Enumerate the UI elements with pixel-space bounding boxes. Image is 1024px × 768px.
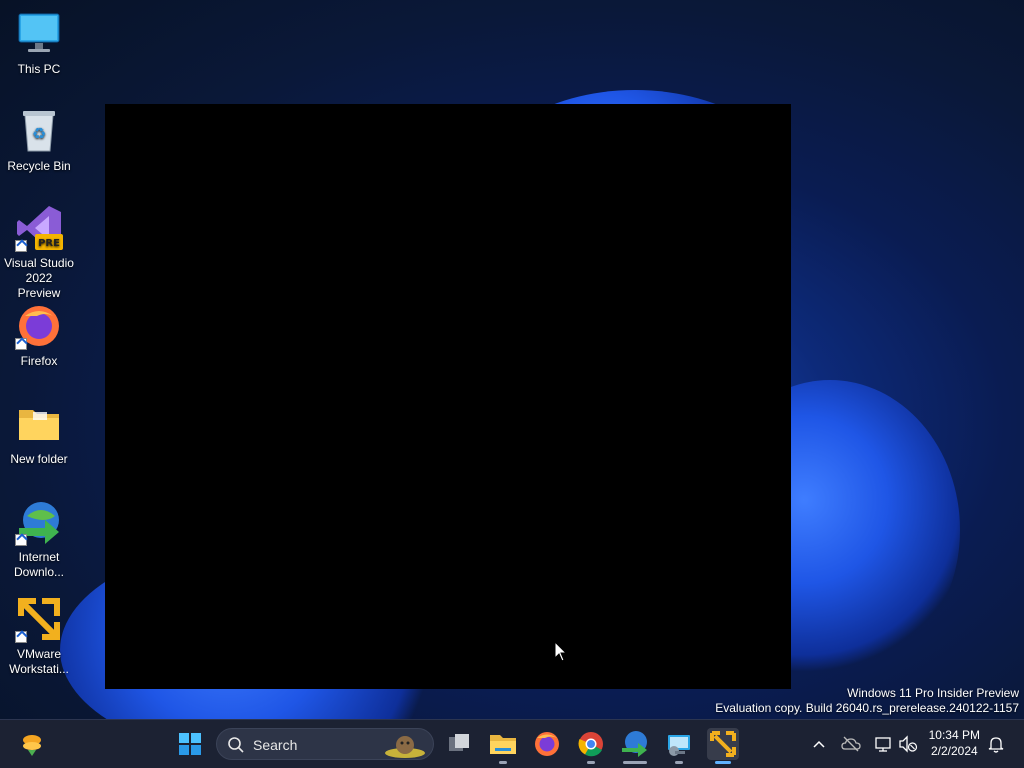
folder-icon — [15, 400, 63, 448]
desktop-icon-label: Workstati... — [9, 662, 69, 676]
onedrive-offline-icon[interactable] — [841, 734, 861, 754]
shortcut-arrow-icon — [15, 240, 27, 252]
shortcut-arrow-icon — [15, 631, 27, 643]
vmware-workstation-icon — [15, 595, 63, 643]
widgets-button[interactable] — [16, 728, 48, 760]
desktop-icon-label: Visual Studio — [4, 256, 74, 270]
vmware-workstation-icon — [710, 731, 736, 757]
task-view-button[interactable] — [443, 728, 475, 760]
network-icon[interactable] — [873, 734, 893, 754]
start-button[interactable] — [174, 728, 206, 760]
visual-studio-icon: PRE — [15, 204, 63, 252]
evaluation-watermark: Windows 11 Pro Insider Preview Evaluatio… — [715, 686, 1019, 716]
internet-download-manager-icon — [622, 731, 647, 757]
vmware-taskbar-button[interactable] — [707, 728, 739, 764]
desktop-icon-new-folder[interactable]: New folder — [4, 400, 74, 467]
file-explorer-button[interactable] — [487, 728, 519, 764]
desktop-icon-recycle-bin[interactable]: ♻ Recycle Bin — [4, 107, 74, 174]
desktop-icon-label: 2022 Preview — [17, 271, 61, 300]
svg-text:♻: ♻ — [32, 124, 46, 143]
desktop-icon-label: New folder — [10, 452, 68, 466]
svg-text:PRE: PRE — [38, 238, 60, 249]
shortcut-arrow-icon — [15, 338, 27, 350]
remote-desktop-icon — [668, 735, 690, 756]
file-explorer-icon — [490, 735, 516, 754]
desktop-icon-label: Recycle Bin — [7, 159, 71, 173]
running-indicator — [623, 761, 647, 764]
watermark-line-2: Evaluation copy. Build 26040.rs_prerelea… — [715, 701, 1019, 715]
running-indicator-active — [715, 761, 731, 764]
desktop-icon-label: Downlo... — [13, 565, 65, 579]
desktop-icon-label: Firefox — [20, 354, 58, 368]
desktop-icon-visual-studio[interactable]: PRE Visual Studio 2022 Preview — [4, 204, 74, 301]
desktop-icon-label: This PC — [17, 62, 61, 76]
windows-logo-icon — [179, 733, 201, 755]
desktop-icon-this-pc[interactable]: This PC — [4, 10, 74, 77]
task-view-icon — [449, 734, 469, 751]
desktop-icon-label: Internet — [18, 550, 60, 564]
chrome-taskbar-button[interactable] — [575, 728, 607, 764]
notification-bell-icon[interactable] — [986, 734, 1006, 754]
shortcut-arrow-icon — [15, 534, 27, 546]
firefox-icon — [15, 302, 63, 350]
clock-time: 10:34 PM — [928, 728, 980, 742]
search-icon — [228, 737, 244, 753]
mouse-cursor-icon — [554, 641, 568, 662]
search-label: Search — [253, 737, 298, 753]
firefox-icon — [535, 732, 559, 756]
running-indicator — [675, 761, 683, 764]
taskbar: Search 10:34 PM 2/2/2024 — [0, 719, 1024, 768]
chevron-up-icon[interactable] — [809, 734, 829, 754]
desktop-icon-label: VMware — [16, 647, 61, 661]
desktop-icon-firefox[interactable]: Firefox — [4, 302, 74, 369]
system-clock[interactable]: 10:34 PM 2/2/2024 — [929, 727, 980, 759]
monitor-icon — [15, 10, 63, 58]
blank-black-window[interactable] — [105, 104, 791, 689]
chrome-icon — [578, 732, 603, 757]
firefox-taskbar-button[interactable] — [531, 728, 563, 760]
search-highlight-illustration-icon — [385, 736, 425, 758]
internet-download-manager-taskbar-button[interactable] — [619, 728, 651, 764]
running-indicator — [587, 761, 595, 764]
remote-desktop-taskbar-button[interactable] — [663, 728, 695, 764]
running-indicator — [499, 761, 507, 764]
volume-muted-icon[interactable] — [898, 734, 918, 754]
desktop-icon-vmware-workstation[interactable]: VMware Workstati... — [4, 595, 74, 677]
recycle-bin-icon: ♻ — [15, 107, 63, 155]
taskbar-search-box[interactable]: Search — [216, 728, 434, 760]
internet-download-manager-icon — [15, 498, 63, 546]
watermark-line-1: Windows 11 Pro Insider Preview — [847, 686, 1019, 700]
desktop-icon-internet-download-manager[interactable]: Internet Downlo... — [4, 498, 74, 580]
widgets-icon — [23, 735, 41, 756]
clock-date: 2/2/2024 — [930, 744, 978, 758]
